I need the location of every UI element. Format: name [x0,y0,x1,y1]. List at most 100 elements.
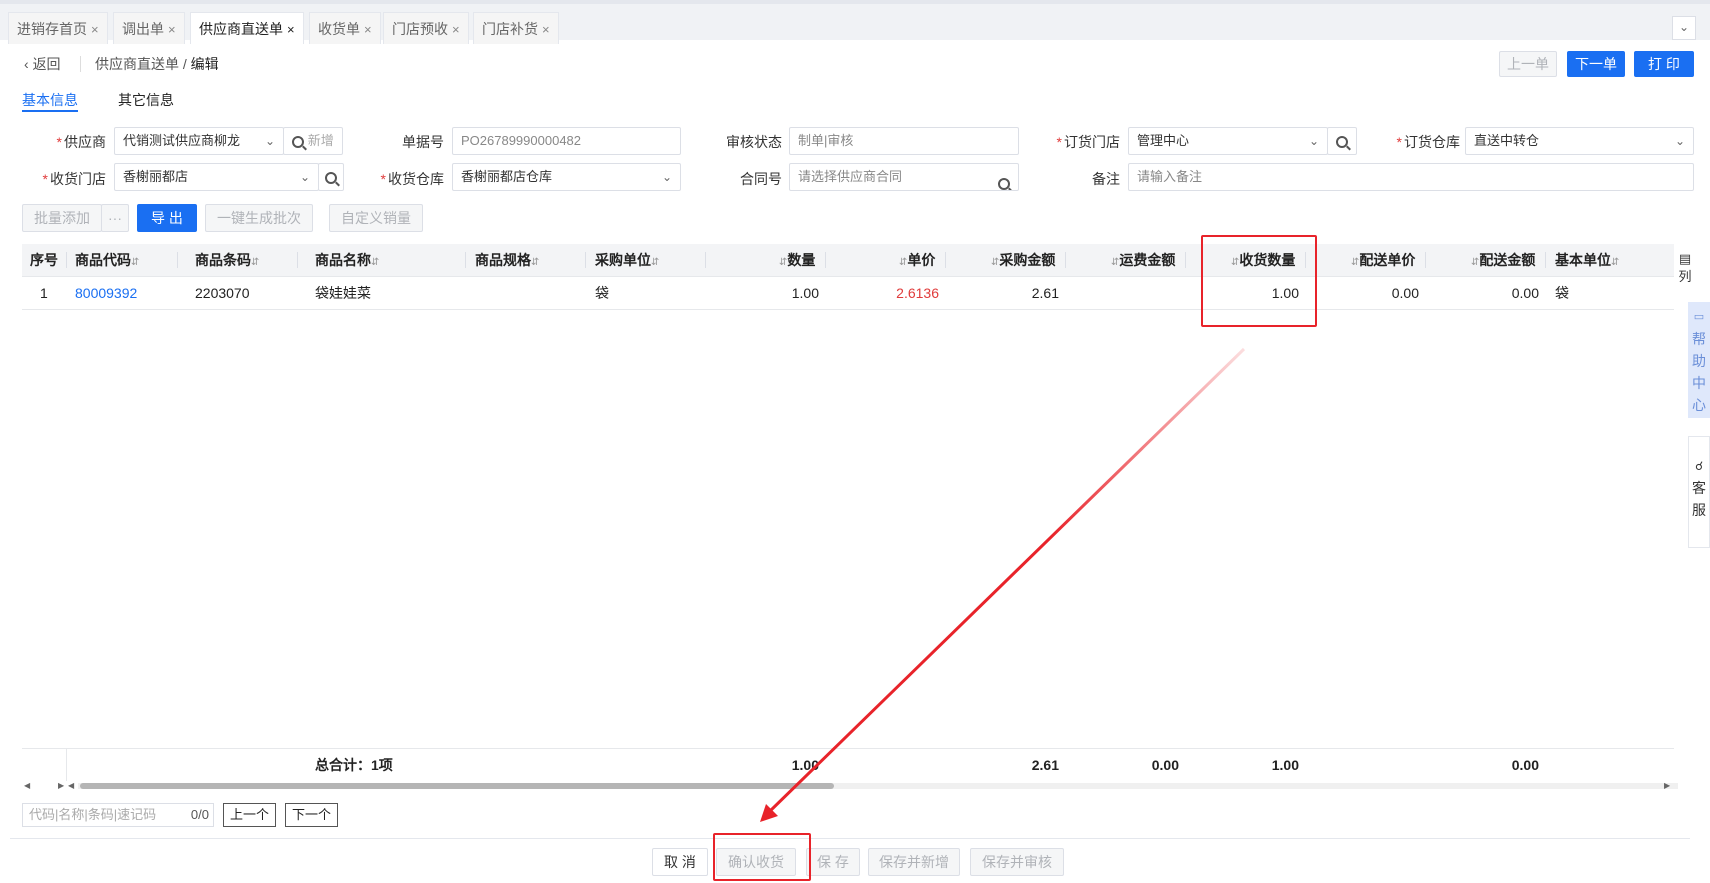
close-icon[interactable]: × [542,22,550,37]
close-icon[interactable]: × [364,22,372,37]
tab-basic-info[interactable]: 基本信息 [22,90,78,110]
find-input[interactable]: 代码|名称|条码|速记码 0/0 [22,803,214,827]
order-store-search-button[interactable] [1327,127,1357,155]
cell-price[interactable]: 2.6136 [835,277,939,310]
headset-icon: ☌ [1694,459,1704,473]
sort-icon: ⇵ [251,257,260,268]
summary-row: 总合计：1项 1.00 2.61 0.00 1.00 0.00 [22,748,1674,781]
generate-batch-button[interactable]: 一键生成批次 [205,204,313,232]
cell-dist-price: 0.00 [1391,285,1419,301]
tab-home[interactable]: 进销存首页 × [8,12,108,44]
confirm-receipt-button[interactable]: 确认收货 [716,848,796,876]
tab-transfer-out[interactable]: 调出单 × [113,12,185,44]
col-amount[interactable]: ⇵采购金额 [991,244,1055,277]
divider [66,749,67,781]
receive-warehouse-label: * 收货仓库 [380,171,444,187]
col-received-qty[interactable]: ⇵收货数量 [1231,244,1295,277]
divider [705,252,706,268]
divider [1545,252,1546,268]
cell-received-qty[interactable]: 1.00 [1195,277,1299,310]
scroll-left-icon[interactable]: ◀ [68,781,74,791]
contract-label: 合同号 [740,171,782,187]
find-prev-button[interactable]: 上一个 [223,803,277,827]
divider [825,252,826,268]
col-purchase-unit[interactable]: 采购单位⇵ [595,244,659,277]
summary-amount: 2.61 [1031,757,1059,773]
active-tab-indicator [22,110,78,112]
col-price[interactable]: ⇵单价 [899,244,935,277]
close-icon[interactable]: × [91,22,99,37]
receive-warehouse-select[interactable]: 香榭丽都店仓库 ⌄ [452,163,681,191]
next-doc-button[interactable]: 下一单 [1567,51,1625,77]
help-center-button[interactable]: ▭ 帮助中心 [1688,302,1710,418]
tab-other-info[interactable]: 其它信息 [118,90,174,110]
order-warehouse-select[interactable]: 直送中转仓 ⌄ [1465,127,1694,155]
close-icon[interactable]: × [168,22,176,37]
sort-icon: ⇵ [131,257,140,268]
contract-placeholder: 请选择供应商合同 [798,169,903,184]
custom-sales-button[interactable]: 自定义销量 [329,204,423,232]
close-icon[interactable]: × [287,22,295,37]
tab-label: 门店预收 [392,21,448,37]
close-icon[interactable]: × [452,22,460,37]
col-barcode[interactable]: 商品条码⇵ [195,244,259,277]
batch-add-button[interactable]: 批量添加 [22,204,102,232]
order-store-value: 管理中心 [1137,133,1190,148]
col-dist-price[interactable]: ⇵配送单价 [1351,244,1415,277]
receive-store-search-button[interactable] [318,163,344,191]
find-next-button[interactable]: 下一个 [285,803,339,827]
summary-label: 总合计：1项 [315,757,393,773]
receive-store-label: * 收货门店 [42,171,106,187]
summary-qty: 1.00 [791,757,819,773]
order-warehouse-value: 直送中转仓 [1474,133,1540,148]
cell-freight [1075,277,1179,310]
supplier-new-label: 新增 [307,133,334,148]
chevron-down-icon[interactable]: ⌄ [1672,16,1696,40]
cell-qty[interactable]: 1.00 [715,277,819,310]
col-base-unit[interactable]: 基本单位⇵ [1555,244,1619,277]
tab-label: 调出单 [122,21,164,37]
breadcrumb-parent[interactable]: 供应商直送单 [95,56,179,72]
scroll-thumb[interactable] [80,783,834,789]
scroll-left-icon[interactable]: ◀ [24,781,30,791]
order-store-select[interactable]: 管理中心 ⌄ [1128,127,1328,155]
supplier-select[interactable]: 代销测试供应商柳龙 ⌄ [114,127,284,155]
print-button[interactable]: 打 印 [1634,51,1694,77]
col-dist-amount[interactable]: ⇵配送金额 [1471,244,1535,277]
col-freight[interactable]: ⇵运费金额 [1111,244,1175,277]
save-button[interactable]: 保 存 [806,848,860,876]
save-and-audit-button[interactable]: 保存并审核 [970,848,1064,876]
remark-label: 备注 [1092,171,1120,187]
find-count: 0/0 [190,807,209,822]
scroll-right-icon[interactable]: ▶ [1664,781,1670,791]
col-name[interactable]: 商品名称⇵ [315,244,379,277]
receive-store-select[interactable]: 香榭丽都店 ⌄ [114,163,319,191]
col-spec[interactable]: 商品规格⇵ [475,244,539,277]
order-warehouse-label: * 订货仓库 [1396,134,1460,150]
prev-doc-button[interactable]: 上一单 [1499,51,1557,77]
horizontal-scrollbar[interactable]: ◀ ▶ ◀ ▶ [22,781,1678,791]
tab-store-prereceive[interactable]: 门店预收 × [383,12,469,44]
cell-dist-amount: 0.00 [1511,285,1539,301]
column-settings-button[interactable]: ▤ 列 [1674,250,1696,286]
cancel-button[interactable]: 取 消 [652,848,708,876]
back-button[interactable]: ‹ 返回 [24,54,61,74]
remark-field[interactable]: 请输入备注 [1128,163,1694,191]
tab-store-replenish[interactable]: 门店补货 × [473,12,559,44]
tab-supplier-direct[interactable]: 供应商直送单 × [190,12,304,44]
save-and-new-button[interactable]: 保存并新增 [868,848,960,876]
cell-code[interactable]: 80009392 [75,277,137,310]
col-code[interactable]: 商品代码⇵ [75,244,139,277]
scroll-right-icon[interactable]: ▶ [58,781,64,791]
sort-icon: ⇵ [1611,257,1620,268]
col-qty[interactable]: ⇵数量 [779,244,815,277]
chevron-down-icon: ⌄ [1674,134,1685,148]
divider [585,252,586,268]
export-button[interactable]: 导 出 [137,204,197,232]
supplier-search-button[interactable]: 新增 [283,127,343,155]
table-row[interactable]: 1 80009392 2203070 袋娃娃菜 袋 1.00 2.6136 2.… [22,277,1674,310]
tab-receipt[interactable]: 收货单 × [309,12,381,44]
customer-service-button[interactable]: ☌ 客服 [1688,436,1710,548]
contract-field[interactable]: 请选择供应商合同 [789,163,1019,191]
more-icon[interactable]: ··· [101,204,129,232]
